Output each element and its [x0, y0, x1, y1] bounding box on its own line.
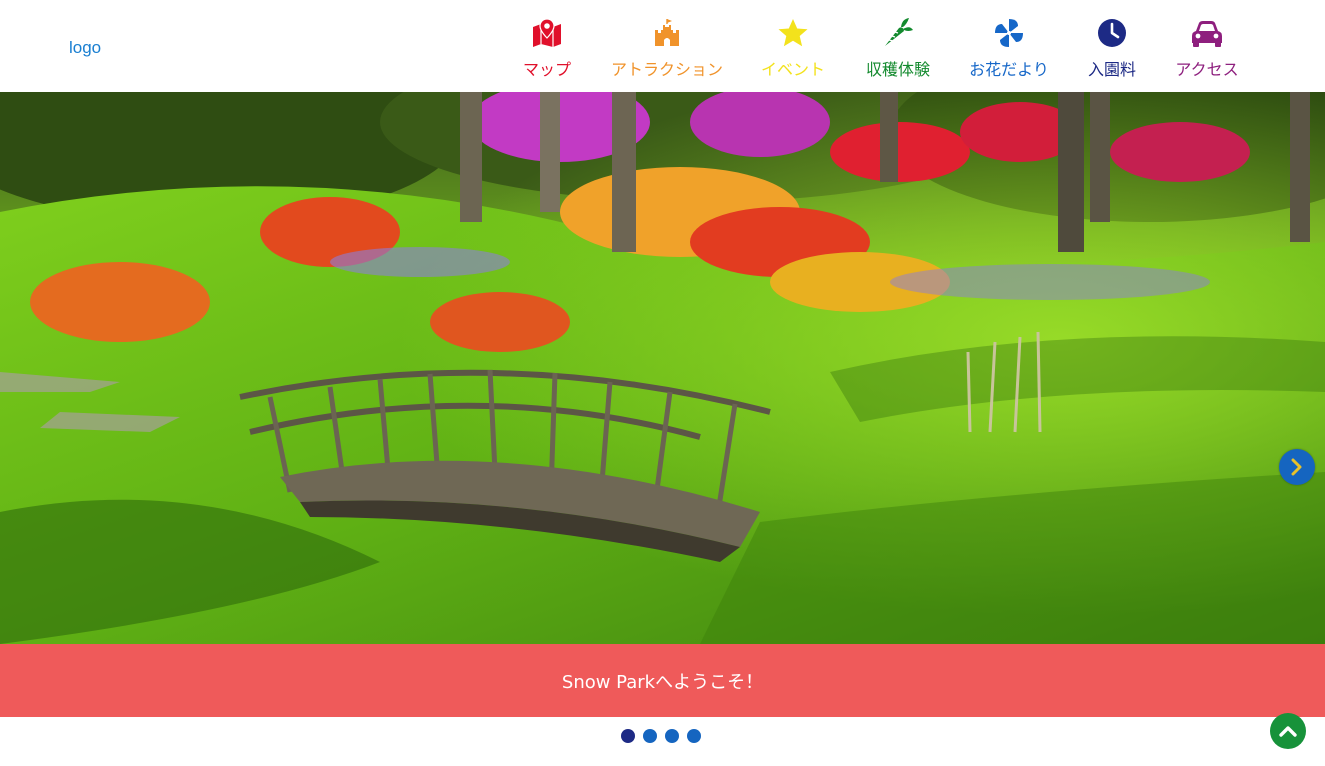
car-icon: [1189, 16, 1225, 50]
nav-item-attraction[interactable]: アトラクション: [608, 16, 726, 80]
nav-label: 収穫体験: [865, 60, 930, 79]
carousel-dot[interactable]: [621, 729, 635, 743]
carousel-dot[interactable]: [665, 729, 679, 743]
nav-label: アトラクション: [610, 60, 723, 79]
carousel-dots: [621, 729, 701, 743]
garden-bridge-photo: [0, 92, 1325, 644]
nav-item-admission[interactable]: 入園料: [1086, 16, 1138, 80]
nav-label: マップ: [522, 60, 571, 79]
carousel-dot[interactable]: [643, 729, 657, 743]
nav-item-harvest[interactable]: 収穫体験: [864, 16, 932, 80]
nav-item-access[interactable]: アクセス: [1173, 16, 1241, 80]
carrot-icon: [880, 16, 916, 50]
nav-item-flower-news[interactable]: お花だより: [967, 16, 1051, 80]
next-slide-button[interactable]: [1279, 449, 1315, 485]
main-nav: マップ アトラクション イベント 収穫体験 お花だより 入園料 アクセス: [0, 0, 1325, 92]
chevron-up-icon: [1279, 726, 1297, 737]
nav-label: イベント: [760, 60, 825, 79]
nav-label: お花だより: [969, 60, 1049, 79]
chevron-right-icon: [1291, 458, 1302, 476]
site-header: logo マップ アトラクション イベント 収穫体験 お花だより 入園料 アクセ…: [0, 0, 1325, 92]
carousel-dot[interactable]: [687, 729, 701, 743]
map-marker-icon: [529, 16, 565, 50]
back-to-top-button[interactable]: [1270, 713, 1306, 749]
star-icon: [775, 16, 811, 50]
nav-label: 入園料: [1087, 60, 1136, 79]
nav-item-map[interactable]: マップ: [520, 16, 574, 80]
welcome-banner: Snow Parkへようこそ！: [0, 644, 1325, 717]
castle-icon: [649, 16, 685, 50]
pinwheel-icon: [991, 16, 1027, 50]
welcome-text: Snow Parkへようこそ！: [561, 671, 764, 693]
clock-icon: [1094, 16, 1130, 50]
nav-item-event[interactable]: イベント: [760, 16, 826, 80]
nav-label: アクセス: [1175, 60, 1239, 79]
hero-slider: [0, 92, 1325, 644]
